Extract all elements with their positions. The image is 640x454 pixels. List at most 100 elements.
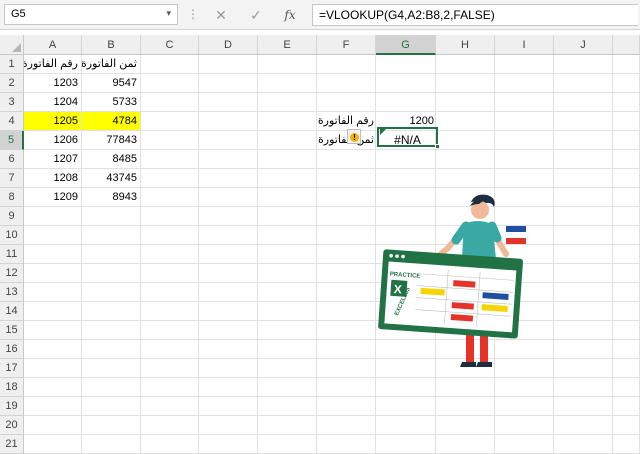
grid-cell[interactable] [613, 131, 640, 150]
grid-cell[interactable] [554, 340, 613, 359]
grid-cell[interactable] [199, 55, 258, 74]
grid-cell[interactable] [258, 416, 317, 435]
row-header-21[interactable]: 21 [0, 435, 24, 454]
row-header-20[interactable]: 20 [0, 416, 24, 435]
grid-cell[interactable] [317, 283, 376, 302]
grid-cell[interactable] [199, 397, 258, 416]
grid-cell[interactable] [317, 378, 376, 397]
grid-cell[interactable] [495, 131, 554, 150]
grid-cell[interactable] [141, 302, 199, 321]
grid-cell[interactable] [24, 283, 82, 302]
cell-g4[interactable]: 1200 [378, 112, 438, 131]
grid-cell[interactable] [82, 245, 141, 264]
grid-cell[interactable] [613, 93, 640, 112]
grid-cell[interactable] [141, 264, 199, 283]
grid-cell[interactable] [199, 74, 258, 93]
row-header-7[interactable]: 7 [0, 169, 24, 188]
cell-a8[interactable]: 1209 [24, 188, 82, 207]
grid-cell[interactable] [317, 435, 376, 454]
row-header-12[interactable]: 12 [0, 264, 24, 283]
grid-cell[interactable] [495, 93, 554, 112]
cell-b2[interactable]: 9547 [82, 74, 141, 93]
grid-cell[interactable] [554, 416, 613, 435]
grid-cell[interactable] [317, 169, 376, 188]
grid-cell[interactable] [258, 207, 317, 226]
name-box[interactable]: G5 ▾ [4, 4, 178, 25]
grid-cell[interactable] [258, 340, 317, 359]
grid-cell[interactable] [141, 131, 199, 150]
grid-cell[interactable] [495, 150, 554, 169]
cell-b1[interactable]: ثمن الفاتورة [82, 55, 141, 74]
grid-cell[interactable] [258, 226, 317, 245]
row-header-3[interactable]: 3 [0, 93, 24, 112]
grid-cell[interactable] [554, 226, 613, 245]
grid-cell[interactable] [24, 207, 82, 226]
grid-cell[interactable] [554, 55, 613, 74]
grid-cell[interactable] [258, 435, 317, 454]
grid-cell[interactable] [82, 340, 141, 359]
formula-bar-splitter-icon[interactable]: ⋮ [187, 7, 199, 21]
column-header-k[interactable] [613, 35, 640, 55]
grid-cell[interactable] [141, 55, 199, 74]
grid-cell[interactable] [258, 302, 317, 321]
grid-cell[interactable] [199, 93, 258, 112]
grid-cell[interactable] [554, 321, 613, 340]
grid-cell[interactable] [554, 283, 613, 302]
grid-cell[interactable] [199, 245, 258, 264]
grid-cell[interactable] [554, 150, 613, 169]
grid-cell[interactable] [554, 245, 613, 264]
grid-cell[interactable] [82, 435, 141, 454]
grid-cell[interactable] [82, 378, 141, 397]
grid-cell[interactable] [495, 112, 554, 131]
grid-cell[interactable] [613, 169, 640, 188]
grid-cell[interactable] [554, 264, 613, 283]
grid-cell[interactable] [317, 245, 376, 264]
grid-cell[interactable] [376, 397, 436, 416]
grid-cell[interactable] [82, 359, 141, 378]
grid-cell[interactable] [141, 397, 199, 416]
fx-icon[interactable]: fx [279, 5, 301, 25]
grid-cell[interactable] [82, 397, 141, 416]
grid-cell[interactable] [141, 188, 199, 207]
grid-cell[interactable] [199, 283, 258, 302]
grid-cell[interactable] [554, 207, 613, 226]
grid-cell[interactable] [613, 416, 640, 435]
grid-cell[interactable] [258, 169, 317, 188]
grid-cell[interactable] [141, 150, 199, 169]
grid-cell[interactable] [24, 359, 82, 378]
grid-cell[interactable] [258, 245, 317, 264]
grid-cell[interactable] [258, 55, 317, 74]
column-header-f[interactable]: F [317, 35, 376, 55]
grid-cell[interactable] [554, 435, 613, 454]
grid-cell[interactable] [376, 150, 436, 169]
column-header-g[interactable]: G [376, 35, 436, 55]
grid-cell[interactable] [258, 188, 317, 207]
cell-b3[interactable]: 5733 [82, 93, 141, 112]
grid-cell[interactable] [317, 150, 376, 169]
row-header-16[interactable]: 16 [0, 340, 24, 359]
grid-cell[interactable] [613, 112, 640, 131]
row-header-14[interactable]: 14 [0, 302, 24, 321]
grid-cell[interactable] [376, 93, 436, 112]
column-header-a[interactable]: A [24, 35, 82, 55]
grid-cell[interactable] [82, 226, 141, 245]
grid-cell[interactable] [554, 131, 613, 150]
row-header-19[interactable]: 19 [0, 397, 24, 416]
grid-cell[interactable] [199, 169, 258, 188]
grid-cell[interactable] [317, 340, 376, 359]
cell-a3[interactable]: 1204 [24, 93, 82, 112]
grid-cell[interactable] [376, 74, 436, 93]
grid-cell[interactable] [199, 264, 258, 283]
grid-cell[interactable] [24, 340, 82, 359]
grid-cell[interactable] [199, 207, 258, 226]
grid-cell[interactable] [82, 207, 141, 226]
grid-cell[interactable] [141, 359, 199, 378]
cell-a5[interactable]: 1206 [24, 131, 82, 150]
cell-g5[interactable]: #N/A [378, 131, 438, 150]
cell-b4[interactable]: 4784 [82, 112, 141, 131]
row-header-5[interactable]: 5 [0, 131, 24, 150]
grid-cell[interactable] [436, 93, 495, 112]
grid-cell[interactable] [258, 359, 317, 378]
grid-cell[interactable] [317, 55, 376, 74]
grid-cell[interactable] [613, 245, 640, 264]
